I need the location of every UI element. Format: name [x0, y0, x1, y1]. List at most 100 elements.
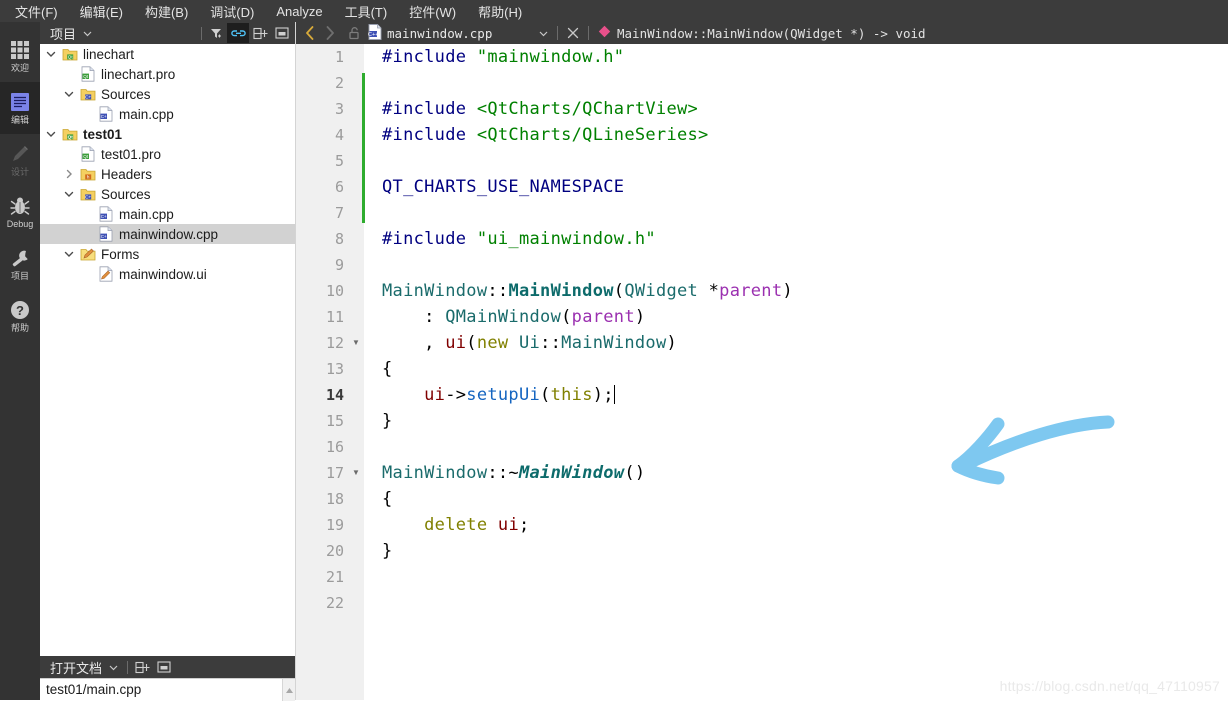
close-panel-icon[interactable] — [271, 23, 293, 43]
navigate-forward-button[interactable] — [320, 23, 340, 43]
open-file-name: mainwindow.cpp — [387, 25, 493, 41]
tree-item-linechart[interactable]: Qt linechart — [40, 44, 295, 64]
code-line[interactable]: 4 #include <QtCharts/QLineSeries> — [296, 122, 1228, 148]
menu-tools[interactable]: 工具(T) — [334, 0, 399, 23]
split-icon[interactable] — [249, 23, 271, 43]
code-line[interactable]: 22 — [296, 590, 1228, 616]
menu-debug[interactable]: 调试(D) — [199, 0, 265, 23]
chevron-down-icon[interactable] — [76, 23, 98, 43]
tree-item-linechart-pro[interactable]: Qt linechart.pro — [40, 64, 295, 84]
tree-item-mainwindow-ui[interactable]: mainwindow.ui — [40, 264, 295, 284]
qt-folder-icon: Qt — [62, 46, 78, 62]
chevron-right-icon[interactable] — [58, 164, 80, 184]
filter-icon[interactable] — [205, 23, 227, 43]
lock-icon[interactable] — [344, 23, 364, 43]
code-line[interactable]: 7 — [296, 200, 1228, 226]
mode-design[interactable]: 设计 — [0, 134, 40, 186]
tree-item-forms[interactable]: Forms — [40, 244, 295, 264]
code-line[interactable]: 13 { — [296, 356, 1228, 382]
tree-item-headers[interactable]: h Headers — [40, 164, 295, 184]
tree-item-test01-pro[interactable]: Qt test01.pro — [40, 144, 295, 164]
chevron-down-icon[interactable] — [58, 84, 80, 104]
code-line[interactable]: 20} — [296, 538, 1228, 564]
code-line[interactable]: 5 — [296, 148, 1228, 174]
chevron-down-icon[interactable] — [525, 26, 548, 41]
code-line[interactable]: 9 — [296, 252, 1228, 278]
mode-edit[interactable]: 编辑 — [0, 82, 40, 134]
mode-label-edit: 编辑 — [10, 115, 29, 125]
code-line[interactable]: 11 : QMainWindow(parent) — [296, 304, 1228, 330]
menu-analyze[interactable]: Analyze — [265, 2, 333, 21]
code-line[interactable]: 21 — [296, 564, 1228, 590]
scrollbar[interactable] — [282, 679, 295, 701]
chevron-down-icon[interactable] — [58, 184, 80, 204]
menu-help[interactable]: 帮助(H) — [467, 0, 533, 23]
open-file-combo[interactable]: C++ mainwindow.cpp — [364, 23, 552, 43]
code-text: ui->setupUi(this); — [424, 385, 615, 405]
code-line[interactable]: 17 ▼ MainWindow::~MainWindow() — [296, 460, 1228, 486]
code-line[interactable]: 19 delete ui; — [296, 512, 1228, 538]
menu-edit[interactable]: 编辑(E) — [69, 0, 134, 23]
tree-item-label: Forms — [101, 246, 140, 262]
chevron-down-icon[interactable] — [102, 657, 124, 677]
tree-item-main-cpp[interactable]: C+ main.cpp — [40, 204, 295, 224]
mode-label-design: 设计 — [10, 167, 29, 177]
chevron-down-icon[interactable] — [40, 44, 62, 64]
code-line[interactable]: 2 — [296, 70, 1228, 96]
code-line[interactable]: 3 #include <QtCharts/QChartView> — [296, 96, 1228, 122]
mode-projects[interactable]: 项目 — [0, 238, 40, 290]
code-line[interactable]: 12 ▼ , ui(new Ui::MainWindow) — [296, 330, 1228, 356]
symbol-combo[interactable]: MainWindow::MainWindow(QWidget *) -> voi… — [594, 23, 930, 43]
code-line[interactable]: 10 MainWindow::MainWindow(QWidget *parent… — [296, 278, 1228, 304]
mode-debug[interactable]: Debug — [0, 186, 40, 238]
code-text: #include "ui_mainwindow.h" — [382, 229, 656, 249]
close-file-button[interactable] — [563, 23, 583, 43]
navigate-back-button[interactable] — [300, 23, 320, 43]
tree-item-sources[interactable]: C+ Sources — [40, 84, 295, 104]
code-line[interactable]: 15} — [296, 408, 1228, 434]
fold-marker-icon[interactable]: ▼ — [348, 460, 364, 486]
chevron-down-icon[interactable] — [58, 244, 80, 264]
tree-item-label: test01 — [83, 126, 123, 142]
svg-text:Qt: Qt — [68, 135, 74, 140]
menu-window[interactable]: 控件(W) — [398, 0, 467, 23]
code-line[interactable]: 18 { — [296, 486, 1228, 512]
code-line[interactable]: 1 #include "mainwindow.h" — [296, 44, 1228, 70]
fold-marker-icon[interactable]: ▼ — [348, 330, 364, 356]
code-editor[interactable]: 1 #include "mainwindow.h" 2 3 #include <QtCh… — [296, 44, 1228, 700]
tree-item-mainwindow-cpp[interactable]: C+ mainwindow.cpp — [40, 224, 295, 244]
close-panel-icon[interactable] — [153, 657, 175, 677]
list-item[interactable]: test01/main.cpp — [40, 679, 295, 697]
code-line[interactable]: 8 #include "ui_mainwindow.h" — [296, 226, 1228, 252]
cpp-file-icon: C+ — [98, 226, 114, 242]
svg-text:Qt: Qt — [83, 154, 89, 159]
line-number: 10 — [325, 282, 344, 300]
code-line[interactable]: 6 QT_CHARTS_USE_NAMESPACE — [296, 174, 1228, 200]
code-line[interactable]: 14 ui->setupUi(this); — [296, 382, 1228, 408]
tree-item-label: test01.pro — [101, 146, 162, 162]
svg-text:C++: C++ — [368, 32, 378, 38]
mode-label-projects: 项目 — [10, 271, 29, 281]
mode-welcome[interactable]: 欢迎 — [0, 30, 40, 82]
tree-item-main-cpp[interactable]: C+ main.cpp — [40, 104, 295, 124]
tree-item-label: mainwindow.cpp — [119, 226, 219, 242]
split-icon[interactable] — [131, 657, 153, 677]
divider — [201, 26, 202, 40]
menu-build[interactable]: 构建(B) — [134, 0, 199, 23]
tree-item-sources[interactable]: C+ Sources — [40, 184, 295, 204]
mode-help[interactable]: ? 帮助 — [0, 290, 40, 342]
line-number: 22 — [325, 594, 344, 612]
project-tree[interactable]: Qt linechart Qt linechart.pro C+ Sources C+… — [40, 44, 295, 678]
link-icon[interactable] — [227, 23, 249, 43]
tree-item-test01[interactable]: Qt test01 — [40, 124, 295, 144]
chevron-down-icon[interactable] — [40, 124, 62, 144]
menu-file[interactable]: 文件(F) — [4, 0, 69, 23]
open-documents-list[interactable]: test01/main.cpp — [40, 678, 295, 701]
code-line[interactable]: 16 — [296, 434, 1228, 460]
code-lines[interactable]: 1 #include "mainwindow.h" 2 3 #include <QtCh… — [296, 44, 1228, 616]
